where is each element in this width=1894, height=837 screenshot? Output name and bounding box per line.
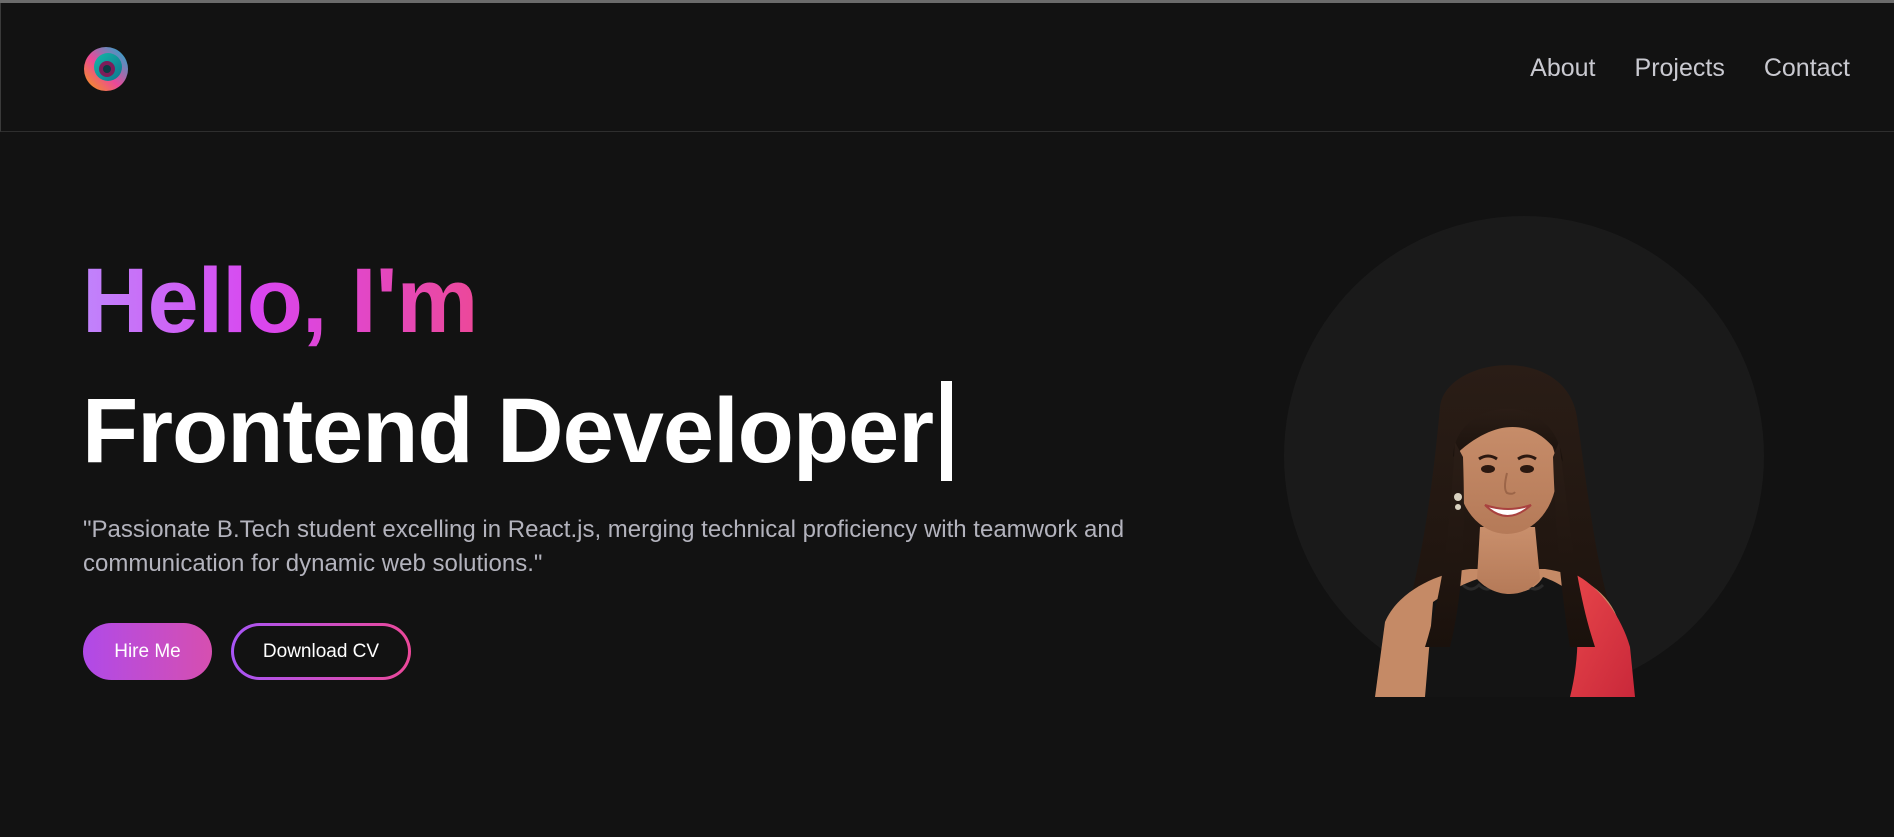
nav-link-contact[interactable]: Contact (1764, 53, 1850, 83)
nav-link-projects[interactable]: Projects (1635, 53, 1725, 83)
profile-photo (1355, 347, 1655, 697)
page: About Projects Contact Hello, I'm Fronte… (0, 0, 1894, 837)
nav-link-about[interactable]: About (1530, 53, 1595, 83)
hero-greeting: Hello, I'm (82, 250, 478, 352)
hero-tagline: "Passionate B.Tech student excelling in … (83, 516, 1125, 577)
hire-me-button[interactable]: Hire Me (83, 623, 212, 680)
typing-cursor (941, 381, 953, 481)
download-cv-button[interactable]: Download CV (231, 623, 411, 680)
nav-links: About Projects Contact (1530, 53, 1850, 83)
download-cv-label: Download CV (234, 626, 408, 677)
logo-icon[interactable] (83, 46, 129, 92)
navbar: About Projects Contact (0, 3, 1894, 132)
hero-button-row: Hire Me Download CV (83, 623, 411, 680)
hero-role-heading: Frontend Developer (82, 380, 953, 482)
hero-role-text: Frontend Developer (82, 380, 934, 482)
